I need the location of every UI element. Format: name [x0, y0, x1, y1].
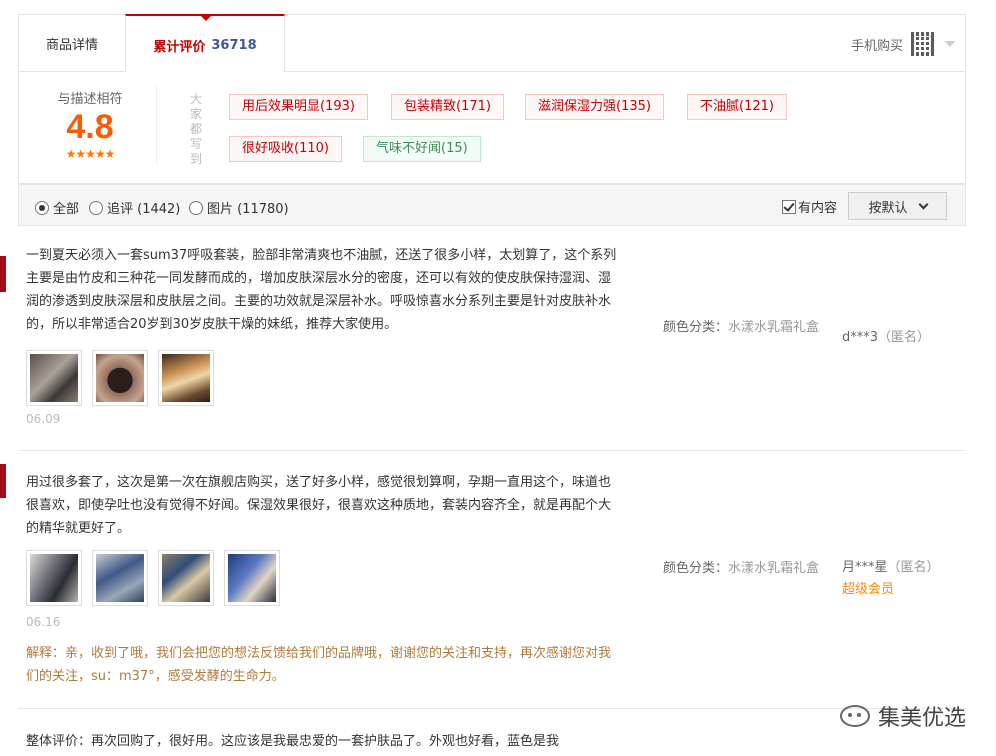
review-text: 整体评价：再次回购了，很好用。这应该是我最忠爱的一套护肤品了。外观也好看，蓝色是… [26, 734, 560, 749]
product-variant: 颜色分类：水漾水乳霜礼盒 [663, 558, 828, 579]
review-count: 36718 [211, 37, 257, 53]
anonymous-label: （匿名） [878, 330, 931, 345]
radio-icon [89, 200, 103, 215]
review-photos [26, 350, 214, 406]
review-tab-bar: 商品详情 累计评价 36718 手机购买 [18, 14, 966, 74]
score-value: 4.8 [66, 108, 114, 146]
review-marker [0, 256, 6, 292]
impression-tag[interactable]: 用后效果明显(193) [229, 94, 368, 120]
variant-value: 水漾水乳霜礼盒 [728, 561, 820, 576]
radio-selected-icon [35, 200, 49, 215]
everyone-says-label: 大 家 都 写 到 [189, 92, 202, 166]
review-photo[interactable] [158, 550, 214, 606]
mobile-buy-button[interactable]: 手机购买 [851, 15, 955, 73]
reviewer: d***3（匿名） [842, 327, 930, 349]
review-photo[interactable] [26, 550, 82, 606]
review-photo[interactable] [26, 350, 82, 406]
tab-reviews[interactable]: 累计评价 36718 [125, 14, 285, 74]
reviewer: 月***星（匿名） 超级会员 [842, 557, 940, 601]
score-box: 与描述相符 4.8 ★★★★★ [35, 88, 145, 161]
rating-summary: 与描述相符 4.8 ★★★★★ 大 家 都 写 到 用后效果明显(193) 包装… [18, 72, 966, 184]
review-photo[interactable] [92, 550, 148, 606]
watermark: 集美优选 [839, 700, 966, 732]
review-filter-bar: 全部 追评 (1442) 图片 (11780) 有内容 按默认 [18, 184, 966, 226]
review-photos [26, 550, 280, 606]
watermark-brand: 集美优选 [877, 706, 966, 731]
active-tab-notch [200, 15, 212, 21]
divider [156, 86, 157, 164]
review-date: 06.09 [26, 412, 61, 426]
caret-down-icon [945, 41, 955, 47]
impression-tag[interactable]: 滋润保湿力强(135) [525, 94, 664, 120]
filter-followup-radio[interactable]: 追评 (1442) [89, 198, 180, 217]
sort-label: 按默认 [868, 200, 908, 216]
impression-tag[interactable]: 包装精致(171) [391, 94, 504, 120]
vip-badge: 超级会员 [842, 582, 895, 597]
filter-images-label: 图片 (11780) [207, 202, 289, 217]
qr-code-icon [911, 32, 935, 56]
sort-dropdown[interactable]: 按默认 [848, 192, 947, 220]
filter-images-radio[interactable]: 图片 (11780) [189, 198, 289, 217]
checkbox-checked-icon [782, 199, 796, 214]
anonymous-label: （匿名） [887, 560, 940, 575]
tab-label: 累计评价 [153, 39, 206, 55]
review-photo[interactable] [224, 550, 280, 606]
has-content-label: 有内容 [798, 201, 838, 216]
mobile-buy-label: 手机购买 [850, 38, 903, 54]
variant-value: 水漾水乳霜礼盒 [728, 320, 820, 335]
review-photo[interactable] [92, 350, 148, 406]
review-date: 06.16 [26, 615, 61, 629]
product-variant: 颜色分类：水漾水乳霜礼盒 [663, 317, 828, 338]
filter-followup-label: 追评 (1442) [107, 202, 181, 217]
reviewer-name: 月***星 [842, 560, 888, 575]
reviewer-name: d***3 [842, 330, 879, 345]
wechat-icon [839, 705, 870, 727]
review-text: 一到夏天必须入一套sum37呼吸套装，脸部非常清爽也不油腻，还送了很多小样，太划… [26, 248, 617, 332]
has-content-checkbox[interactable]: 有内容 [782, 197, 837, 216]
star-rating-icon: ★★★★★ [65, 147, 116, 161]
score-label: 与描述相符 [57, 92, 123, 107]
filter-all-radio[interactable]: 全部 [35, 198, 79, 217]
impression-tag[interactable]: 很好吸收(110) [229, 136, 342, 162]
filter-all-label: 全部 [53, 202, 80, 217]
seller-reply: 解释：亲，收到了哦，我们会把您的想法反馈给我们的品牌哦，谢谢您的关注和支持，再次… [26, 646, 612, 684]
tab-label: 商品详情 [45, 38, 98, 53]
review-divider [18, 450, 966, 451]
review-text: 用过很多套了，这次是第一次在旗舰店购买，送了好多小样，感觉很划算啊，孕期一直用这… [26, 475, 612, 536]
review-marker [0, 464, 6, 498]
review-photo[interactable] [158, 350, 214, 406]
tab-product-details[interactable]: 商品详情 [19, 14, 125, 73]
impression-tag[interactable]: 不油腻(121) [687, 94, 787, 120]
variant-label: 颜色分类： [663, 561, 729, 576]
radio-icon [189, 200, 203, 215]
variant-label: 颜色分类： [663, 320, 729, 335]
review-divider [18, 708, 966, 709]
impression-tag[interactable]: 气味不好闻(15) [363, 136, 481, 162]
chevron-down-icon [918, 199, 928, 209]
